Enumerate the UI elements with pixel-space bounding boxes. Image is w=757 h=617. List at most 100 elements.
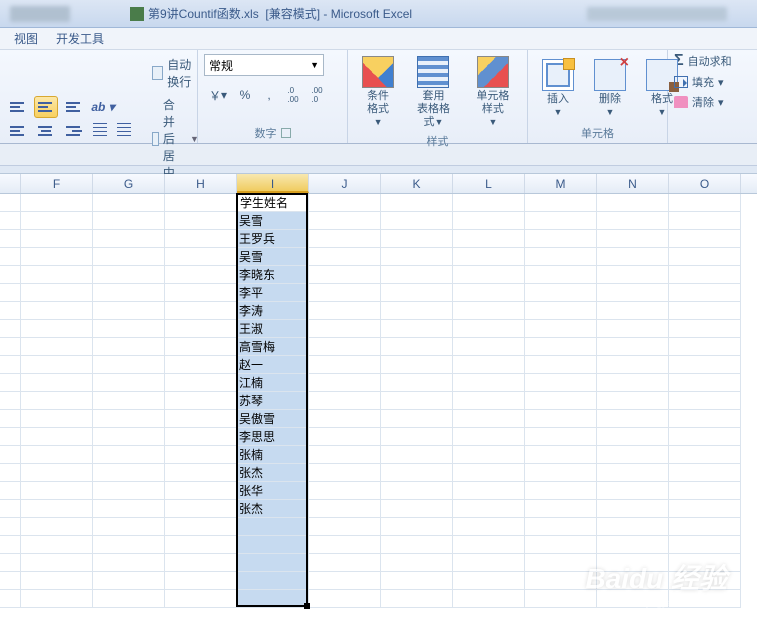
cell[interactable] <box>381 284 453 302</box>
cell[interactable] <box>525 194 597 212</box>
cell[interactable] <box>165 410 237 428</box>
cell[interactable] <box>309 482 381 500</box>
cell[interactable] <box>381 320 453 338</box>
number-format-dropdown[interactable]: 常规▼ <box>204 54 324 76</box>
cell[interactable] <box>165 338 237 356</box>
cell[interactable] <box>453 410 525 428</box>
cell[interactable] <box>93 428 165 446</box>
cell[interactable] <box>525 590 597 608</box>
cell[interactable]: 王淑 <box>237 320 309 338</box>
cell[interactable] <box>525 248 597 266</box>
cell[interactable] <box>525 230 597 248</box>
fill-button[interactable]: 填充 ▾ <box>674 74 732 90</box>
cell[interactable]: 李涛 <box>237 302 309 320</box>
cell[interactable] <box>21 482 93 500</box>
cell[interactable] <box>453 374 525 392</box>
cell[interactable] <box>381 374 453 392</box>
cell[interactable] <box>453 518 525 536</box>
cell[interactable] <box>669 374 741 392</box>
cell[interactable] <box>165 320 237 338</box>
cell[interactable] <box>21 536 93 554</box>
cell[interactable] <box>165 572 237 590</box>
cell[interactable] <box>93 410 165 428</box>
column-header-N[interactable]: N <box>597 174 669 193</box>
cell[interactable] <box>165 230 237 248</box>
cell[interactable] <box>597 500 669 518</box>
cell[interactable] <box>93 554 165 572</box>
cell[interactable] <box>597 410 669 428</box>
column-header-J[interactable]: J <box>309 174 381 193</box>
cell[interactable] <box>525 536 597 554</box>
cell[interactable] <box>453 356 525 374</box>
cell[interactable] <box>165 374 237 392</box>
increase-decimal-button[interactable]: .0.00 <box>282 84 304 106</box>
decrease-indent-button[interactable] <box>90 120 114 142</box>
cell[interactable] <box>525 464 597 482</box>
cell[interactable] <box>165 212 237 230</box>
cell[interactable] <box>453 446 525 464</box>
cell[interactable] <box>525 212 597 230</box>
cell[interactable] <box>669 284 741 302</box>
cell[interactable] <box>453 572 525 590</box>
cell[interactable] <box>93 248 165 266</box>
clear-button[interactable]: 清除 ▾ <box>674 94 732 110</box>
cell[interactable] <box>525 518 597 536</box>
cell[interactable] <box>21 572 93 590</box>
cell[interactable] <box>597 446 669 464</box>
cell[interactable] <box>309 572 381 590</box>
cell[interactable] <box>21 518 93 536</box>
cell[interactable] <box>453 500 525 518</box>
number-launcher[interactable] <box>281 128 291 138</box>
cell[interactable] <box>381 338 453 356</box>
cell[interactable] <box>453 536 525 554</box>
cell[interactable] <box>669 212 741 230</box>
tab-view[interactable]: 视图 <box>14 30 38 47</box>
cell[interactable] <box>525 410 597 428</box>
cell[interactable] <box>309 356 381 374</box>
cell[interactable] <box>597 554 669 572</box>
cell[interactable]: 吴雪 <box>237 212 309 230</box>
insert-button[interactable]: 插入▼ <box>534 57 582 121</box>
cell[interactable] <box>21 338 93 356</box>
cell[interactable] <box>21 428 93 446</box>
decrease-decimal-button[interactable]: .00.0 <box>306 84 328 106</box>
cell[interactable] <box>309 518 381 536</box>
cell[interactable] <box>453 590 525 608</box>
cell[interactable] <box>597 572 669 590</box>
percent-button[interactable]: % <box>234 84 256 106</box>
column-header-L[interactable]: L <box>453 174 525 193</box>
cell[interactable] <box>309 248 381 266</box>
cell[interactable] <box>525 284 597 302</box>
cell[interactable] <box>669 590 741 608</box>
cell[interactable]: 高雪梅 <box>237 338 309 356</box>
cell[interactable] <box>669 392 741 410</box>
cell[interactable] <box>309 392 381 410</box>
cell[interactable] <box>669 554 741 572</box>
cell[interactable] <box>21 464 93 482</box>
cell[interactable] <box>453 230 525 248</box>
cell[interactable] <box>597 428 669 446</box>
cell[interactable] <box>525 500 597 518</box>
cell[interactable] <box>165 518 237 536</box>
cell[interactable] <box>453 554 525 572</box>
cell[interactable] <box>381 356 453 374</box>
cell[interactable] <box>21 446 93 464</box>
cell[interactable] <box>381 266 453 284</box>
cell[interactable] <box>93 302 165 320</box>
cell[interactable] <box>453 338 525 356</box>
cell[interactable] <box>669 536 741 554</box>
column-header-O[interactable]: O <box>669 174 741 193</box>
cell[interactable] <box>381 518 453 536</box>
cell[interactable] <box>21 320 93 338</box>
cell[interactable] <box>309 320 381 338</box>
cell[interactable] <box>381 410 453 428</box>
align-center-button[interactable] <box>34 120 58 142</box>
cell[interactable] <box>525 572 597 590</box>
cell[interactable] <box>597 536 669 554</box>
cell[interactable] <box>21 410 93 428</box>
cell[interactable] <box>597 230 669 248</box>
cell[interactable] <box>309 428 381 446</box>
cell[interactable] <box>93 392 165 410</box>
cell[interactable] <box>669 194 741 212</box>
cell[interactable] <box>237 590 309 608</box>
